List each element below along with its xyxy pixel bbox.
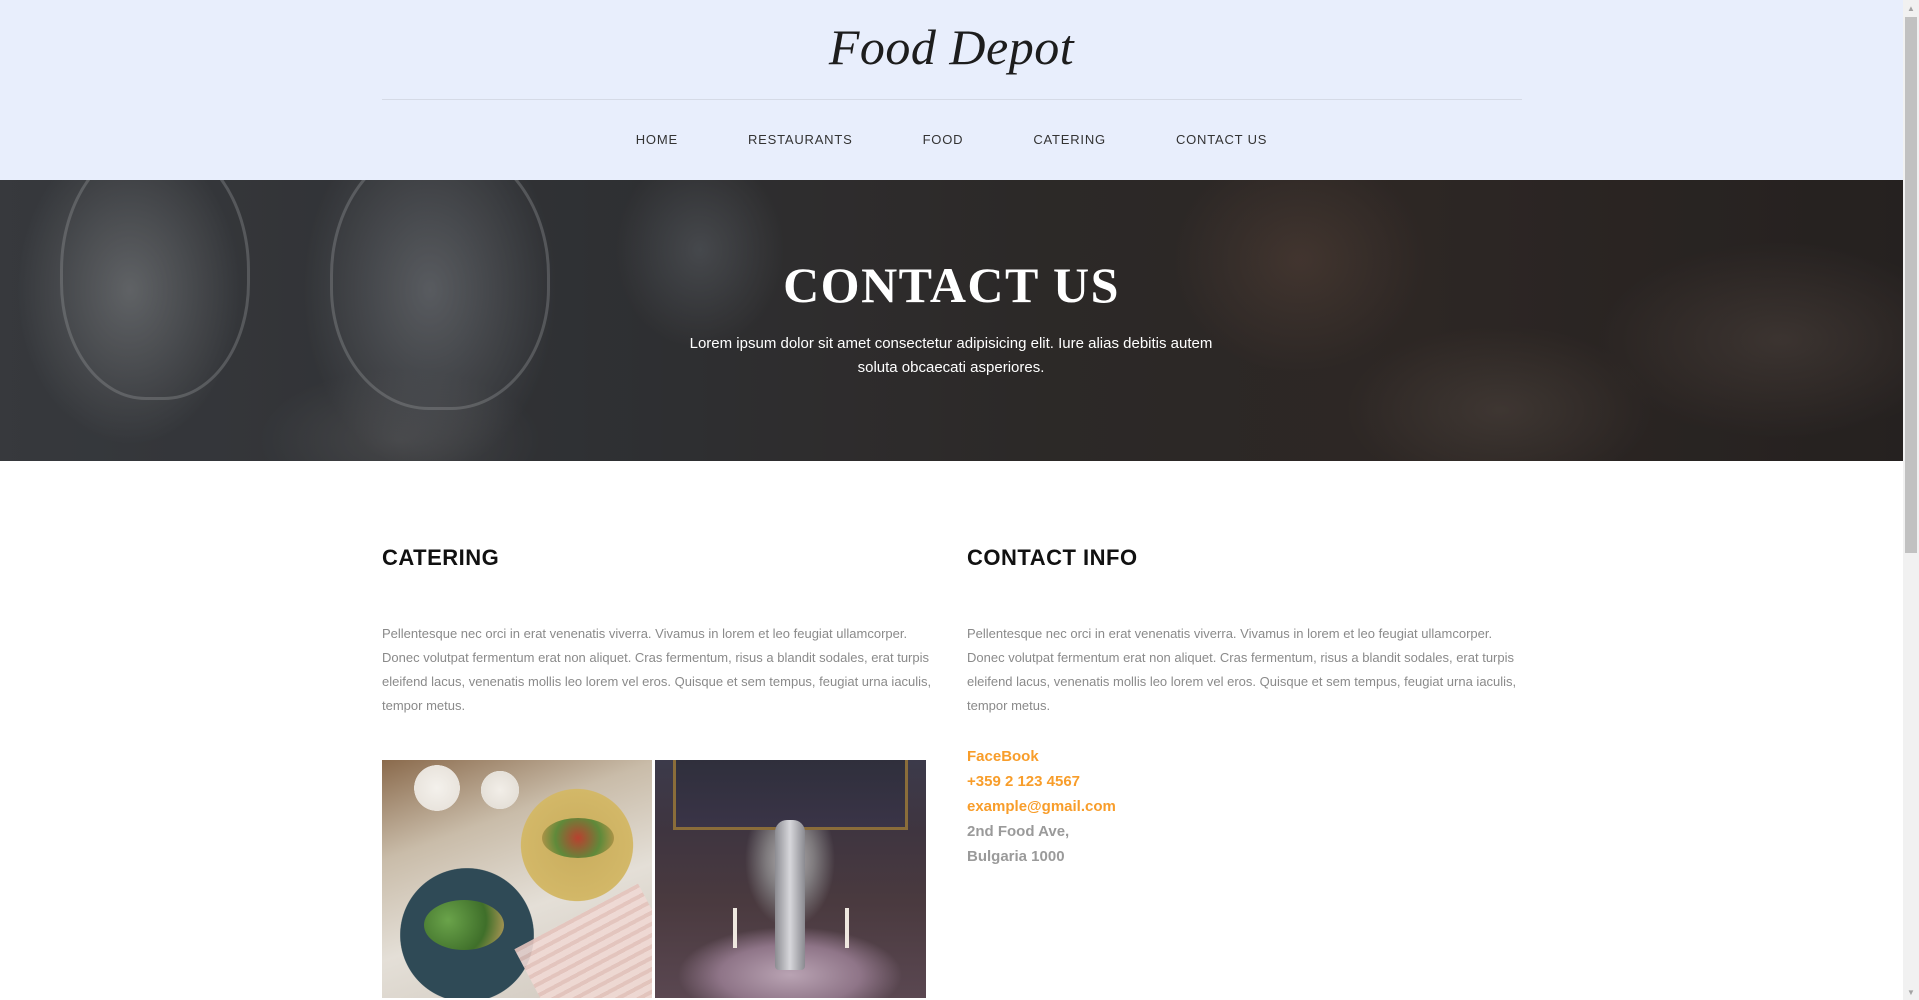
food-plates-photo [382, 760, 652, 998]
contact-info-description: Pellentesque nec orci in erat venenatis … [967, 626, 1517, 713]
photo-napkin [514, 883, 652, 998]
phone-link[interactable]: +359 2 123 4567 [967, 769, 1523, 794]
contact-details: FaceBook +359 2 123 4567 example@gmail.c… [967, 744, 1523, 869]
page-title: CONTACT US [783, 257, 1120, 313]
photo-candle-left [733, 908, 737, 948]
address-line-1: 2nd Food Ave, [967, 823, 1070, 840]
site-logo[interactable]: Food Depot [0, 18, 1903, 76]
photo-dish-yellow-plate [542, 818, 614, 858]
nav-item-restaurants[interactable]: RESTAURANTS [748, 128, 853, 151]
nav-item-food[interactable]: FOOD [923, 128, 964, 151]
catering-gallery [382, 760, 926, 998]
hero-banner: CONTACT US Lorem ipsum dolor sit amet co… [0, 180, 1903, 461]
email-link[interactable]: example@gmail.com [967, 794, 1523, 819]
photo-candle-right [845, 908, 849, 948]
hero-overlay [0, 180, 1903, 461]
catering-section: CATERING Pellentesque nec orci in erat v… [382, 545, 938, 718]
contact-info-heading: CONTACT INFO [967, 545, 1138, 570]
dining-table-photo [655, 760, 926, 998]
header-divider [382, 99, 1522, 100]
facebook-link[interactable]: FaceBook [967, 744, 1523, 769]
catering-heading: CATERING [382, 545, 500, 570]
nav-item-home[interactable]: HOME [636, 128, 678, 151]
site-header: Food Depot HOME RESTAURANTS FOOD CATERIN… [0, 0, 1903, 180]
photo-silver-centerpiece [775, 820, 805, 970]
scroll-up-arrow-icon[interactable]: ▲ [1903, 0, 1919, 16]
main-nav: HOME RESTAURANTS FOOD CATERING CONTACT U… [0, 128, 1903, 151]
page: Food Depot HOME RESTAURANTS FOOD CATERIN… [0, 0, 1903, 1000]
hero-description: Lorem ipsum dolor sit amet consectetur a… [689, 335, 1213, 376]
address-line-2: Bulgaria 1000 [967, 848, 1065, 865]
photo-dish-blue-plate [424, 900, 504, 950]
catering-description: Pellentesque nec orci in erat venenatis … [382, 626, 932, 713]
contact-info-section: CONTACT INFO Pellentesque nec orci in er… [967, 545, 1523, 869]
nav-item-catering[interactable]: CATERING [1033, 128, 1106, 151]
scrollbar-thumb[interactable] [1905, 17, 1917, 553]
vertical-scrollbar[interactable]: ▲ ▼ [1903, 0, 1919, 1000]
nav-item-contact-us[interactable]: CONTACT US [1176, 128, 1267, 151]
scroll-down-arrow-icon[interactable]: ▼ [1903, 984, 1919, 1000]
